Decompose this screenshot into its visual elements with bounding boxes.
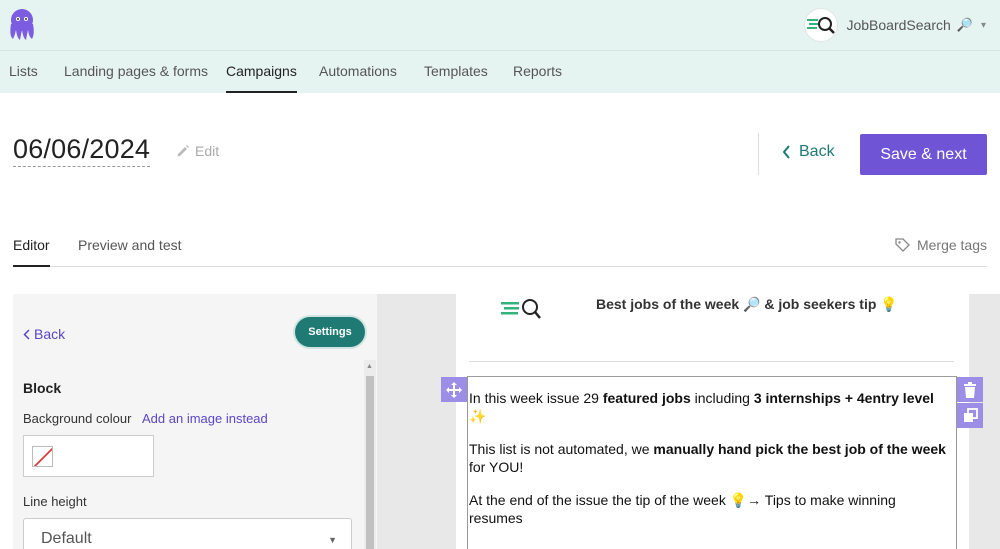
top-header: JobBoardSearch 🔎 ▾	[0, 0, 1000, 51]
editor-tabs: Editor Preview and test Merge tags	[13, 232, 987, 267]
trash-icon[interactable]	[957, 377, 983, 402]
back-button[interactable]: Back	[782, 143, 835, 161]
pencil-icon	[177, 145, 189, 157]
save-and-next-button[interactable]: Save & next	[860, 134, 987, 175]
magnifier-emoji: 🔎	[956, 17, 973, 32]
add-image-link[interactable]: Add an image instead	[142, 411, 268, 426]
block-heading: Block	[23, 380, 62, 396]
paragraph-3: At the end of the issue the tip of the w…	[469, 492, 896, 526]
selected-text-block[interactable]: In this week issue 29 featured jobs incl…	[467, 376, 957, 549]
account-name: JobBoardSearch	[846, 17, 951, 33]
line-height-label: Line height	[23, 494, 87, 509]
email-heading: Best jobs of the week 🔎 & job seekers ti…	[596, 296, 898, 312]
campaign-title[interactable]: 06/06/2024	[13, 134, 151, 167]
nav-lists[interactable]: Lists	[9, 51, 38, 93]
line-height-value: Default	[41, 530, 92, 547]
paragraph-2: This list is not automated, we manually …	[469, 441, 946, 475]
scroll-up-icon[interactable]: ▲	[366, 363, 373, 370]
settings-button[interactable]: Settings	[295, 317, 365, 347]
edit-label: Edit	[195, 143, 220, 159]
panel-scrollbar[interactable]: ▲	[364, 360, 376, 549]
chevron-left-icon	[23, 328, 30, 340]
tab-preview-and-test[interactable]: Preview and test	[78, 237, 182, 267]
paragraph-1: In this week issue 29 featured jobs incl…	[469, 390, 934, 424]
nav-templates[interactable]: Templates	[424, 51, 488, 93]
merge-tags-button[interactable]: Merge tags	[895, 237, 987, 253]
email-body: Best jobs of the week 🔎 & job seekers ti…	[456, 294, 969, 549]
scroll-thumb[interactable]	[366, 376, 374, 549]
panel-back-label: Back	[34, 326, 66, 342]
chevron-down-icon: ▼	[328, 535, 337, 545]
panel-back-link[interactable]: Back	[23, 326, 65, 342]
edit-title-button[interactable]: Edit	[176, 143, 219, 159]
nav-campaigns[interactable]: Campaigns	[226, 51, 297, 93]
no-color-icon	[32, 446, 53, 467]
email-divider	[469, 361, 954, 362]
nav-landing-pages[interactable]: Landing pages & forms	[64, 51, 208, 93]
main-nav: Lists Landing pages & forms Campaigns Au…	[0, 51, 1000, 93]
move-icon[interactable]	[441, 377, 467, 402]
background-colour-picker[interactable]	[23, 435, 154, 477]
octopus-logo[interactable]	[8, 8, 36, 42]
tag-icon	[895, 238, 910, 252]
background-colour-label: Background colour	[23, 411, 132, 426]
jobboard-logo	[499, 298, 543, 320]
email-canvas: Best jobs of the week 🔎 & job seekers ti…	[377, 294, 1000, 549]
merge-tags-label: Merge tags	[916, 237, 987, 253]
nav-reports[interactable]: Reports	[513, 51, 562, 93]
chevron-down-icon: ▾	[980, 19, 986, 31]
header-divider	[758, 133, 759, 175]
copy-icon[interactable]	[957, 403, 983, 428]
line-height-select[interactable]: Default ▼	[23, 518, 352, 549]
nav-automations[interactable]: Automations	[319, 51, 397, 93]
chevron-left-icon	[782, 145, 790, 159]
back-label: Back	[799, 143, 835, 160]
tab-editor[interactable]: Editor	[13, 237, 50, 267]
account-menu[interactable]: JobBoardSearch 🔎 ▾	[804, 6, 986, 44]
text-block-content[interactable]: In this week issue 29 featured jobs incl…	[469, 389, 953, 542]
search-icon	[807, 17, 836, 34]
block-settings-panel: Back Settings Block Background colour Ad…	[13, 294, 377, 549]
account-avatar	[804, 8, 839, 42]
